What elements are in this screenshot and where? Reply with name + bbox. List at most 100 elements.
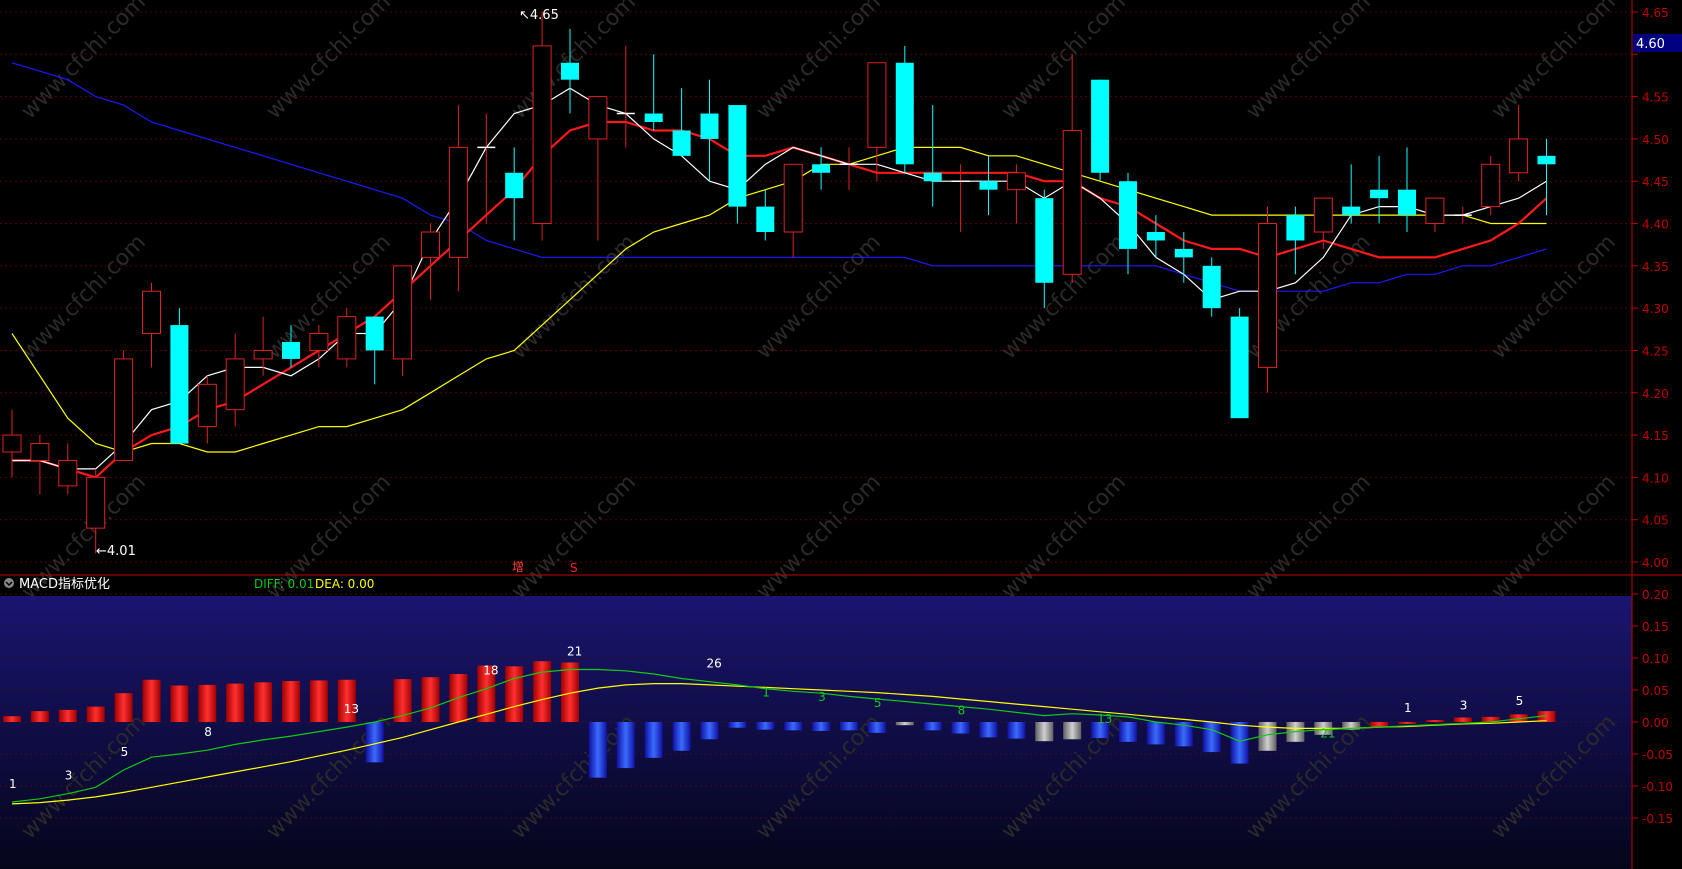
macd-bar [254, 682, 273, 722]
macd-bar [1035, 722, 1054, 742]
candle-body [1174, 248, 1193, 258]
macd-bar [1398, 722, 1416, 724]
signal-marker-white: 增 [512, 560, 524, 574]
candle [170, 308, 189, 444]
candle-body [1035, 198, 1054, 283]
macd-bar [756, 722, 775, 730]
candle-body [588, 96, 608, 140]
candle [1230, 308, 1249, 419]
candle [337, 308, 357, 368]
candle-body [561, 62, 579, 80]
price-tick-label: 4.50 [1642, 133, 1669, 147]
macd-bar [198, 684, 217, 722]
price-tick-label: 4.45 [1642, 175, 1669, 189]
candle [895, 45, 914, 173]
count-label-white: 5 [1516, 694, 1524, 708]
price-axis-ticks: 4.65 4.55 4.50 4.45 4.40 4.35 4.30 4.25 4.20 4.15… [1632, 6, 1669, 570]
candle-body [1202, 265, 1221, 309]
candle-body [30, 443, 50, 461]
macd-bar [1063, 722, 1082, 740]
candle-body [532, 45, 552, 225]
candle-body [1091, 79, 1110, 173]
macd-bar [700, 722, 719, 740]
count-label-white: 8 [204, 725, 212, 739]
candle-body [114, 358, 134, 461]
candle-body [1509, 138, 1529, 174]
candle-body [923, 172, 942, 182]
candle-body [1006, 172, 1026, 191]
count-label-green: 5 [874, 696, 882, 710]
count-label-white: 1 [1404, 701, 1412, 715]
count-label-white: 5 [121, 745, 129, 759]
macd-bar [588, 722, 607, 778]
candle [114, 350, 134, 461]
candle-body [170, 325, 189, 444]
macd-tick-label: 0.05 [1642, 684, 1669, 698]
candle-body [644, 113, 663, 122]
candle-body [309, 333, 329, 351]
candle-body [728, 105, 747, 207]
candle-body [1230, 316, 1249, 419]
macd-title: MACD指标优化 [19, 577, 110, 592]
candle-body [421, 231, 440, 258]
count-label-white: 26 [707, 657, 722, 671]
macd-bar [867, 722, 886, 733]
candle [728, 105, 747, 224]
candle-body [1425, 197, 1445, 225]
macd-bar [840, 722, 858, 731]
macd-bar [30, 711, 49, 722]
low-price-annotation: ←4.01 [96, 544, 136, 559]
macd-header-bg [0, 575, 1632, 596]
candle-body [1370, 189, 1389, 199]
candle-body [1119, 181, 1137, 249]
price-tick-label: 4.30 [1642, 302, 1669, 316]
candle-body [2, 434, 22, 453]
macd-bar [923, 722, 942, 731]
macd-bar [309, 680, 328, 722]
candle [1258, 206, 1277, 393]
candle-body [365, 316, 384, 351]
candle-body [393, 265, 413, 360]
price-tick-label: 4.20 [1642, 387, 1669, 401]
macd-tick-label: 0.15 [1642, 620, 1669, 634]
macd-bar [784, 722, 803, 731]
macd-bar [812, 722, 831, 731]
count-label-green: 21 [1320, 727, 1335, 741]
price-tick-label: 4.25 [1642, 344, 1669, 358]
macd-tick-label: -0.10 [1642, 780, 1673, 794]
macd-bar [1453, 717, 1472, 722]
macd-tick-label: 0.00 [1642, 716, 1669, 730]
price-tick-label: 4.05 [1642, 514, 1669, 528]
candle-body [1537, 155, 1556, 165]
high-price-annotation: ↖4.65 [519, 8, 559, 23]
macd-panel-bg [0, 596, 1632, 869]
macd-bar [58, 709, 77, 722]
dea-value-label: DEA: 0.00 [315, 577, 374, 591]
candle-body [812, 164, 831, 173]
macd-bar [1425, 720, 1444, 722]
macd-bar [282, 681, 300, 722]
macd-tick-label: 0.10 [1642, 652, 1669, 666]
count-label-white: 3 [1460, 698, 1468, 712]
macd-bar [1007, 722, 1026, 739]
price-tick-label: 4.65 [1642, 6, 1669, 20]
macd-bar [1230, 722, 1249, 764]
candle-body [197, 383, 217, 428]
candle-body [895, 62, 914, 165]
candle [532, 12, 552, 241]
macd-bar [1119, 722, 1137, 742]
count-label-green: 1 [762, 686, 770, 700]
macd-bar [421, 677, 440, 722]
count-label-green: 13 [1097, 712, 1112, 726]
candle-body [1062, 129, 1082, 275]
candle [1202, 257, 1221, 317]
macd-tick-label: -0.15 [1642, 812, 1673, 826]
macd-bar [1146, 722, 1165, 745]
collapse-icon[interactable] [4, 578, 14, 588]
count-label-white: 1 [9, 777, 17, 791]
price-tick-label: 4.10 [1642, 471, 1669, 485]
macd-bar [644, 722, 663, 758]
price-tick-label: 4.15 [1642, 429, 1669, 443]
macd-axis-ticks: 0.20 0.15 0.10 0.05 0.00 -0.05 -0.10 -0.15 [1632, 588, 1673, 826]
price-tick-label: 4.55 [1642, 91, 1669, 105]
